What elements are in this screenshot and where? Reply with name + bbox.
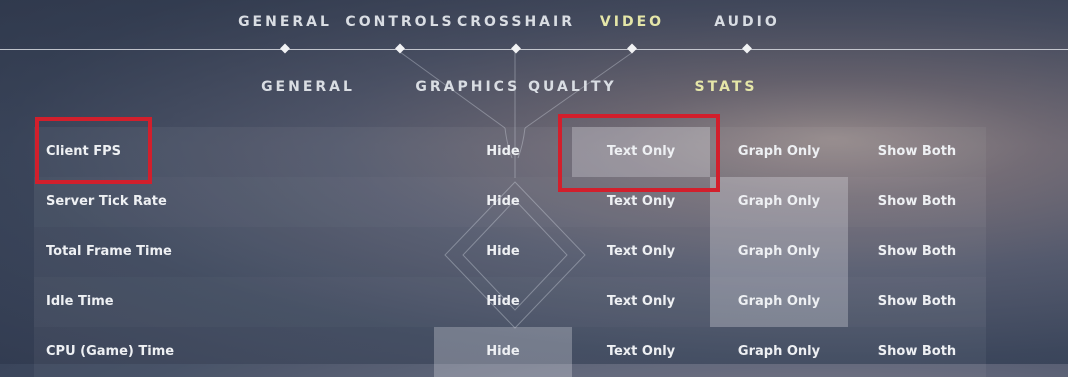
option-hide[interactable]: Hide [434,327,572,377]
option-graph-only[interactable]: Graph Only [710,177,848,227]
nav-divider [0,49,1068,50]
tab-controls[interactable]: CONTROLS [345,14,454,30]
option-hide[interactable]: Hide [434,227,572,277]
stat-row-total-frame-time: Total Frame Time Hide Text Only Graph On… [34,227,986,277]
tab-video[interactable]: VIDEO [600,14,664,30]
option-show-both[interactable]: Show Both [848,177,986,227]
option-graph-only[interactable]: Graph Only [710,127,848,177]
option-hide[interactable]: Hide [434,177,572,227]
option-text-only[interactable]: Text Only [572,277,710,327]
subtab-graphics-quality[interactable]: GRAPHICS QUALITY [415,79,616,95]
stat-row-idle-time: Idle Time Hide Text Only Graph Only Show… [34,277,986,327]
stat-row-client-fps: Client FPS Hide Text Only Graph Only Sho… [34,127,986,177]
row-label: Client FPS [46,144,122,159]
option-text-only[interactable]: Text Only [572,227,710,277]
option-text-only[interactable]: Text Only [572,327,710,377]
stat-row-cpu-game-time: CPU (Game) Time Hide Text Only Graph Onl… [34,327,986,377]
option-graph-only[interactable]: Graph Only [710,327,848,377]
option-hide[interactable]: Hide [434,127,572,177]
option-show-both[interactable]: Show Both [848,277,986,327]
option-text-only[interactable]: Text Only [572,127,710,177]
subtab-stats[interactable]: STATS [695,79,758,95]
option-hide[interactable]: Hide [434,277,572,327]
row-label: Server Tick Rate [46,194,167,209]
tab-audio[interactable]: AUDIO [714,14,780,30]
tab-general[interactable]: GENERAL [238,14,332,30]
option-show-both[interactable]: Show Both [848,127,986,177]
row-label: Total Frame Time [46,244,172,259]
top-navigation: GENERAL CONTROLS CROSSHAIR VIDEO AUDIO [0,0,1068,54]
row-label: CPU (Game) Time [46,344,175,359]
option-graph-only[interactable]: Graph Only [710,227,848,277]
stat-row-server-tick-rate: Server Tick Rate Hide Text Only Graph On… [34,177,986,227]
tab-crosshair[interactable]: CROSSHAIR [457,14,575,30]
option-show-both[interactable]: Show Both [848,227,986,277]
option-graph-only[interactable]: Graph Only [710,277,848,327]
row-label: Idle Time [46,294,114,309]
option-show-both[interactable]: Show Both [848,327,986,377]
option-text-only[interactable]: Text Only [572,177,710,227]
subtab-general[interactable]: GENERAL [261,79,355,95]
